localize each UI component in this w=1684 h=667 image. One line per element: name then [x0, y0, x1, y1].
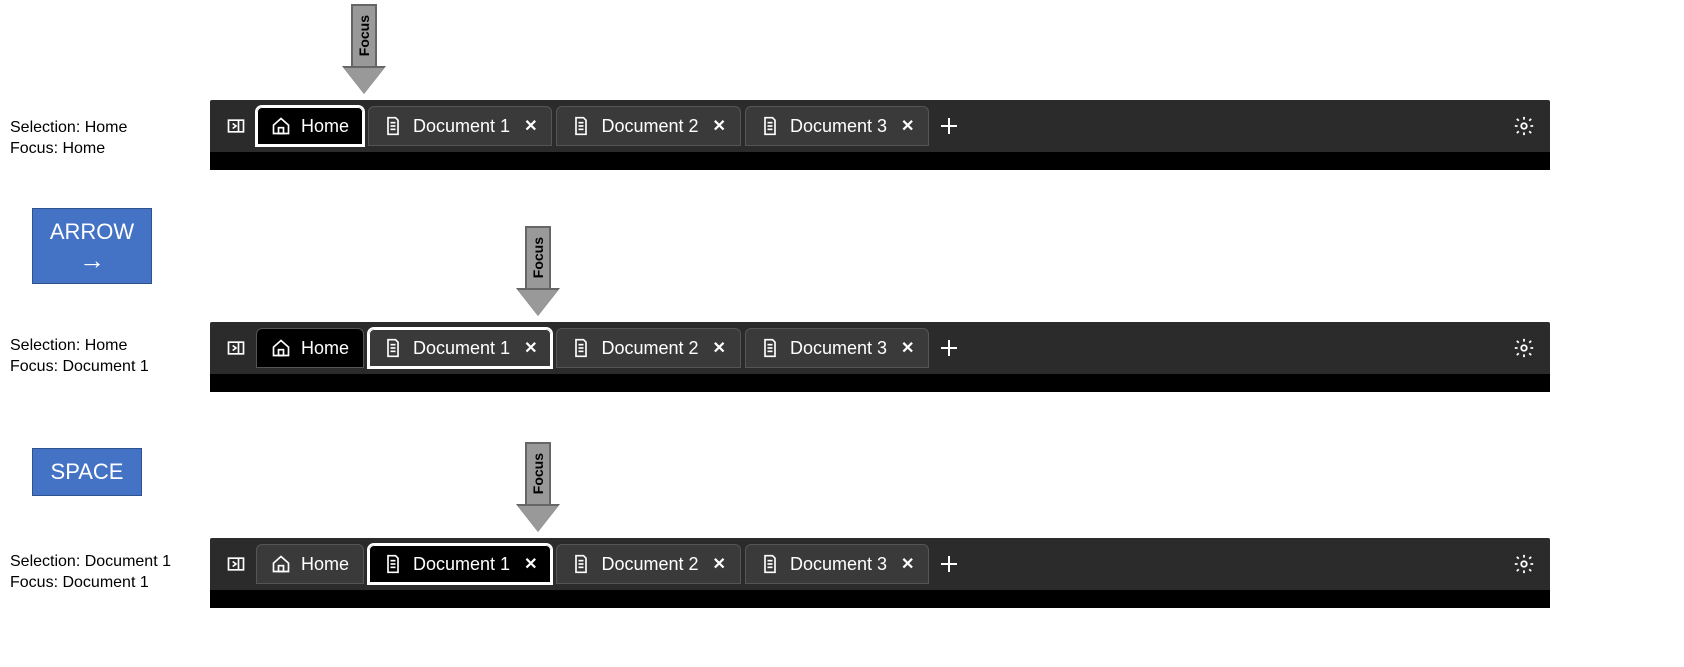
- status-text: Selection: Home Focus: Document 1: [10, 336, 149, 378]
- tab-strip: Home Document 1 ✕ Document 2 ✕ Document …: [210, 538, 1550, 590]
- tab-document-3[interactable]: Document 3 ✕: [745, 106, 929, 146]
- close-icon[interactable]: ✕: [524, 116, 537, 136]
- close-icon[interactable]: ✕: [524, 338, 537, 358]
- add-tab-button[interactable]: [931, 546, 967, 582]
- tab-document-1[interactable]: Document 1 ✕: [368, 544, 552, 584]
- document-icon: [571, 554, 591, 574]
- focus-label: Focus: Document 1: [10, 573, 171, 594]
- settings-button[interactable]: [1506, 546, 1542, 582]
- settings-button[interactable]: [1506, 108, 1542, 144]
- tab-label: Document 1: [413, 338, 510, 359]
- tab-home[interactable]: Home: [256, 544, 364, 584]
- focus-pointer: Focus: [518, 442, 558, 532]
- tab-document-1[interactable]: Document 1 ✕: [368, 328, 552, 368]
- collapse-icon: [226, 554, 246, 574]
- key-label: ARROW: [50, 219, 134, 245]
- tabbar-content-strip: [210, 590, 1550, 608]
- tab-document-3[interactable]: Document 3 ✕: [745, 544, 929, 584]
- gear-icon: [1513, 115, 1535, 137]
- tab-strip: Home Document 1 ✕ Document 2 ✕ Document …: [210, 100, 1550, 152]
- add-tab-button[interactable]: [931, 108, 967, 144]
- focus-label: Focus: Document 1: [10, 357, 149, 378]
- focus-pointer-label: Focus: [530, 453, 546, 494]
- tab-label: Home: [301, 338, 349, 359]
- collapse-button[interactable]: [218, 546, 254, 582]
- collapse-icon: [226, 116, 246, 136]
- home-icon: [271, 554, 291, 574]
- collapse-icon: [226, 338, 246, 358]
- key-arrow-right: ARROW →: [32, 208, 152, 284]
- tab-document-2[interactable]: Document 2 ✕: [556, 106, 740, 146]
- document-icon: [760, 338, 780, 358]
- document-icon: [760, 116, 780, 136]
- selection-label: Selection: Home: [10, 118, 127, 139]
- tab-document-3[interactable]: Document 3 ✕: [745, 328, 929, 368]
- tab-home[interactable]: Home: [256, 328, 364, 368]
- gear-icon: [1513, 553, 1535, 575]
- status-text: Selection: Document 1 Focus: Document 1: [10, 552, 171, 594]
- focus-label: Focus: Home: [10, 139, 127, 160]
- focus-pointer-label: Focus: [530, 237, 546, 278]
- tab-home[interactable]: Home: [256, 106, 364, 146]
- settings-button[interactable]: [1506, 330, 1542, 366]
- focus-pointer: Focus: [518, 226, 558, 316]
- plus-icon: [937, 114, 961, 138]
- tab-label: Document 2: [601, 338, 698, 359]
- collapse-button[interactable]: [218, 108, 254, 144]
- document-icon: [760, 554, 780, 574]
- plus-icon: [937, 336, 961, 360]
- selection-label: Selection: Document 1: [10, 552, 171, 573]
- tab-label: Document 1: [413, 554, 510, 575]
- home-icon: [271, 116, 291, 136]
- home-icon: [271, 338, 291, 358]
- plus-icon: [937, 552, 961, 576]
- tab-label: Document 3: [790, 116, 887, 137]
- tab-label: Document 2: [601, 116, 698, 137]
- document-icon: [383, 116, 403, 136]
- document-icon: [383, 554, 403, 574]
- close-icon[interactable]: ✕: [901, 338, 914, 358]
- arrow-right-icon: →: [79, 247, 105, 273]
- document-icon: [571, 338, 591, 358]
- document-icon: [571, 116, 591, 136]
- focus-pointer-label: Focus: [356, 15, 372, 56]
- tab-label: Document 3: [790, 554, 887, 575]
- tab-label: Home: [301, 554, 349, 575]
- key-label: SPACE: [51, 459, 124, 485]
- key-space: SPACE: [32, 448, 142, 496]
- close-icon[interactable]: ✕: [901, 554, 914, 574]
- close-icon[interactable]: ✕: [713, 338, 726, 358]
- tab-strip: Home Document 1 ✕ Document 2 ✕ Document …: [210, 322, 1550, 374]
- tab-label: Document 1: [413, 116, 510, 137]
- tabbar-content-strip: [210, 374, 1550, 392]
- close-icon[interactable]: ✕: [901, 116, 914, 136]
- close-icon[interactable]: ✕: [524, 554, 537, 574]
- tab-document-2[interactable]: Document 2 ✕: [556, 328, 740, 368]
- tabbar-content-strip: [210, 152, 1550, 170]
- tab-label: Home: [301, 116, 349, 137]
- close-icon[interactable]: ✕: [713, 554, 726, 574]
- close-icon[interactable]: ✕: [713, 116, 726, 136]
- tab-document-1[interactable]: Document 1 ✕: [368, 106, 552, 146]
- document-icon: [383, 338, 403, 358]
- collapse-button[interactable]: [218, 330, 254, 366]
- tab-label: Document 3: [790, 338, 887, 359]
- gear-icon: [1513, 337, 1535, 359]
- focus-pointer: Focus: [344, 4, 384, 94]
- add-tab-button[interactable]: [931, 330, 967, 366]
- status-text: Selection: Home Focus: Home: [10, 118, 127, 160]
- tab-label: Document 2: [601, 554, 698, 575]
- tab-document-2[interactable]: Document 2 ✕: [556, 544, 740, 584]
- selection-label: Selection: Home: [10, 336, 149, 357]
